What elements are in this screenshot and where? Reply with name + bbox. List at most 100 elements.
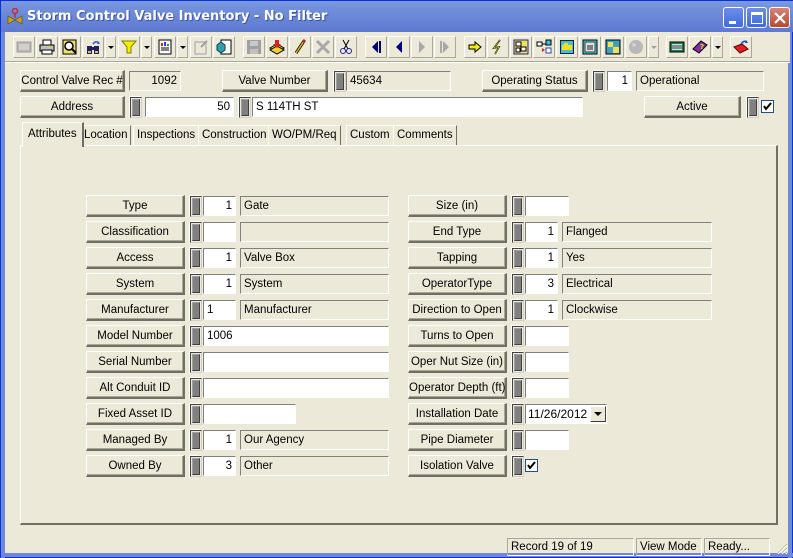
resize-grip-icon[interactable] — [774, 541, 788, 555]
model-number-field[interactable]: 1006 — [203, 326, 389, 346]
date-dropdown-button[interactable] — [590, 406, 606, 422]
end-type-label-button[interactable]: End Type — [408, 221, 507, 243]
tab-custom[interactable]: Custom — [346, 125, 394, 145]
model-number-label-button[interactable]: Model Number — [86, 325, 185, 347]
control-valve-rec-label-button[interactable]: Control Valve Rec # — [20, 70, 125, 92]
operator-depth-ft-field[interactable] — [525, 378, 569, 398]
type-code-field[interactable]: 1 — [203, 196, 236, 216]
active-lock-icon[interactable] — [746, 96, 759, 118]
classification-code-field[interactable] — [203, 222, 236, 242]
manufacturer-code-field[interactable]: 1 — [203, 300, 236, 320]
end-type-lock-icon[interactable] — [511, 221, 524, 243]
address-lock-icon[interactable] — [129, 96, 142, 118]
valve-number-field[interactable]: 45634 — [346, 71, 451, 91]
tapping-label-button[interactable]: Tapping — [408, 247, 507, 269]
isolation-valve-label-button[interactable]: Isolation Valve — [408, 455, 507, 477]
globe-dropdown-button[interactable] — [648, 36, 659, 58]
system-label-button[interactable]: System — [86, 273, 185, 295]
size-in-label-button[interactable]: Size (in) — [408, 195, 507, 217]
fixed-asset-id-field[interactable] — [203, 404, 296, 424]
tapping-lock-icon[interactable] — [511, 247, 524, 269]
alt-conduit-id-lock-icon[interactable] — [189, 377, 202, 399]
fixed-asset-id-lock-icon[interactable] — [189, 403, 202, 425]
tab-comments[interactable]: Comments — [393, 125, 457, 145]
pipe-diameter-field[interactable] — [525, 430, 569, 450]
oper-nut-size-in-lock-icon[interactable] — [511, 351, 524, 373]
delete-button[interactable] — [312, 36, 334, 58]
operatortype-lock-icon[interactable] — [511, 273, 524, 295]
title-bar[interactable]: Storm Control Valve Inventory - No Filte… — [1, 1, 793, 32]
tapping-code-field[interactable]: 1 — [525, 248, 558, 268]
help-dropdown-button[interactable] — [712, 36, 723, 58]
size-in-lock-icon[interactable] — [511, 195, 524, 217]
oper-nut-size-in-label-button[interactable]: Oper Nut Size (in) — [408, 351, 507, 373]
last-record-button[interactable] — [434, 36, 456, 58]
manufacturer-lock-icon[interactable] — [189, 299, 202, 321]
search-dropdown-button[interactable] — [105, 36, 116, 58]
operating-status-label-button[interactable]: Operating Status — [482, 70, 588, 92]
first-record-button[interactable] — [365, 36, 387, 58]
serial-number-label-button[interactable]: Serial Number — [86, 351, 185, 373]
owned-by-lock-icon[interactable] — [189, 455, 202, 477]
print-preview-button[interactable] — [59, 36, 81, 58]
search-button[interactable] — [82, 36, 104, 58]
print-button[interactable] — [36, 36, 58, 58]
address-number-field[interactable]: 50 — [145, 97, 234, 117]
isolation-valve-lock-icon[interactable] — [511, 455, 524, 477]
close-button[interactable] — [769, 7, 790, 28]
fixed-asset-id-label-button[interactable]: Fixed Asset ID — [86, 403, 185, 425]
turns-to-open-label-button[interactable]: Turns to Open — [408, 325, 507, 347]
calendar-grid-button[interactable] — [666, 36, 688, 58]
operatortype-code-field[interactable]: 3 — [525, 274, 558, 294]
valve-number-label-button[interactable]: Valve Number — [222, 70, 328, 92]
access-label-button[interactable]: Access — [86, 247, 185, 269]
end-type-code-field[interactable]: 1 — [525, 222, 558, 242]
valve-number-lock-icon[interactable] — [333, 70, 346, 92]
tab-construction[interactable]: Construction — [198, 125, 271, 145]
installation-date-lock-icon[interactable] — [511, 403, 524, 425]
operator-depth-ft-label-button[interactable]: Operator Depth (ft) — [408, 377, 507, 399]
managed-by-lock-icon[interactable] — [189, 429, 202, 451]
address-street-lock-icon[interactable] — [238, 96, 251, 118]
tab-location[interactable]: Location — [80, 125, 132, 145]
direction-to-open-label-button[interactable]: Direction to Open — [408, 299, 507, 321]
filter-dropdown-button[interactable] — [141, 36, 152, 58]
tab-inspections[interactable]: Inspections — [133, 125, 200, 145]
filter-button[interactable] — [118, 36, 140, 58]
operator-depth-ft-lock-icon[interactable] — [511, 377, 524, 399]
serial-number-lock-icon[interactable] — [189, 351, 202, 373]
oper-nut-size-in-field[interactable] — [525, 352, 569, 372]
map-link-button[interactable] — [510, 36, 532, 58]
previous-record-button[interactable] — [388, 36, 410, 58]
tab-wo-pm-req[interactable]: WO/PM/Req — [268, 125, 341, 145]
address-street-field[interactable]: S 114TH ST — [252, 97, 583, 117]
view-grid-button[interactable] — [13, 36, 35, 58]
installation-date-label-button[interactable]: Installation Date — [408, 403, 507, 425]
direction-to-open-lock-icon[interactable] — [511, 299, 524, 321]
globe-button[interactable] — [625, 36, 647, 58]
classification-label-button[interactable]: Classification — [86, 221, 185, 243]
add-record-button[interactable] — [266, 36, 288, 58]
exit-button[interactable] — [730, 36, 752, 58]
lightning-button[interactable] — [487, 36, 509, 58]
calculator-button[interactable] — [579, 36, 601, 58]
pipe-diameter-lock-icon[interactable] — [511, 429, 524, 451]
address-label-button[interactable]: Address — [20, 96, 125, 118]
system-code-field[interactable]: 1 — [203, 274, 236, 294]
report-dropdown-button[interactable] — [177, 36, 188, 58]
operatortype-label-button[interactable]: OperatorType — [408, 273, 507, 295]
export-document-button[interactable] — [213, 36, 235, 58]
model-number-lock-icon[interactable] — [189, 325, 202, 347]
serial-number-field[interactable] — [203, 352, 389, 372]
active-checkbox[interactable] — [761, 100, 774, 113]
operating-status-code-field[interactable]: 1 — [607, 71, 632, 91]
managed-by-label-button[interactable]: Managed By — [86, 429, 185, 451]
edit-document-button[interactable] — [190, 36, 212, 58]
minimize-button[interactable] — [723, 7, 744, 28]
access-code-field[interactable]: 1 — [203, 248, 236, 268]
manufacturer-label-button[interactable]: Manufacturer — [86, 299, 185, 321]
maximize-button[interactable] — [746, 7, 767, 28]
type-lock-icon[interactable] — [189, 195, 202, 217]
map-tools-button[interactable] — [602, 36, 624, 58]
owned-by-code-field[interactable]: 3 — [203, 456, 236, 476]
